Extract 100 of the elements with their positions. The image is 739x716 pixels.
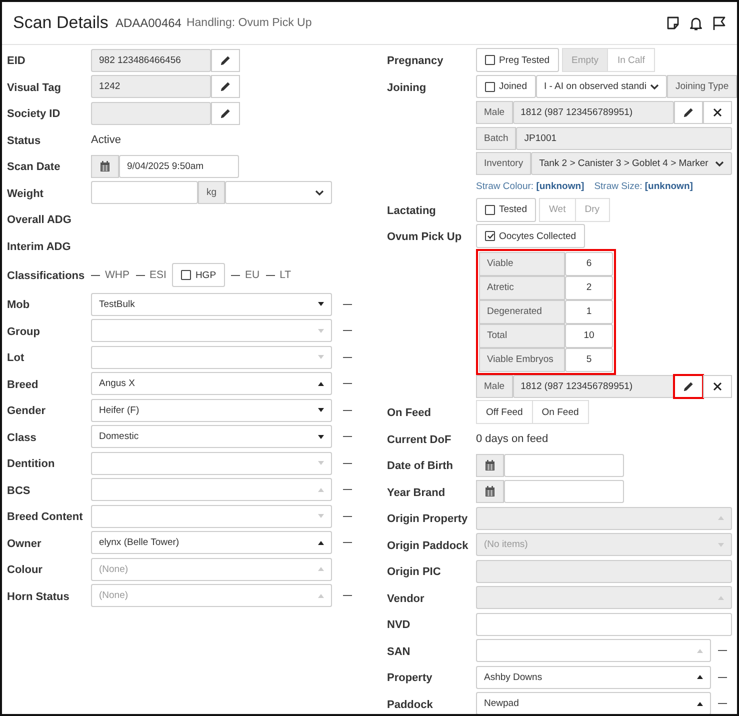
checkbox-button[interactable]: HGP <box>172 263 226 287</box>
checkbox[interactable] <box>485 204 495 215</box>
dropdown[interactable]: Angus X <box>91 372 332 396</box>
clear-button[interactable] <box>703 374 732 398</box>
calendar-icon <box>485 460 495 471</box>
link[interactable]: Straw Size: [unknown] <box>594 181 693 192</box>
field-label: Origin Paddock <box>387 540 468 552</box>
classification-label: EU <box>245 269 260 281</box>
field-label: Property <box>387 672 432 684</box>
count-field[interactable]: 5 <box>565 348 613 372</box>
count-field[interactable]: 10 <box>565 324 613 348</box>
field-label: Paddock <box>387 698 433 711</box>
field-label: Date of Birth <box>387 460 453 472</box>
field-label: Ovum Pick Up <box>387 231 462 244</box>
toggle-option[interactable]: On Feed <box>532 400 589 424</box>
dropdown[interactable]: Ashby Downs <box>476 666 711 689</box>
checkbox[interactable] <box>485 82 495 92</box>
dropdown[interactable]: Newpad <box>476 692 711 714</box>
check-icon <box>486 233 494 240</box>
classification-label: WHP <box>105 269 130 281</box>
field-label: Class <box>7 432 36 444</box>
field-label: Visual Tag <box>7 82 62 94</box>
link[interactable]: Straw Colour: [unknown] <box>476 181 584 192</box>
text-field[interactable] <box>476 612 732 636</box>
checkbox[interactable] <box>485 231 495 242</box>
count-field[interactable]: 2 <box>565 276 613 300</box>
edit-button[interactable] <box>674 374 703 398</box>
dropdown[interactable]: TestBulk <box>91 292 332 316</box>
checkbox[interactable] <box>181 270 192 280</box>
field-label: Year Brand <box>387 486 446 499</box>
calendar-button[interactable] <box>476 454 504 477</box>
minus-icon <box>343 436 352 438</box>
field-label: SAN <box>387 646 410 658</box>
dropdown[interactable]: elynx (Belle Tower) <box>91 531 332 554</box>
field-label: BCS <box>7 484 30 497</box>
pencil-icon <box>683 380 694 392</box>
edit-button[interactable] <box>211 102 240 125</box>
count-field[interactable]: 1 <box>565 300 613 324</box>
addon-label: Male <box>476 374 513 398</box>
field-label: Lactating <box>387 204 436 217</box>
value-text: 0 days on feed <box>476 432 548 445</box>
notifications-button[interactable] <box>688 16 704 30</box>
field-label: Interim ADG <box>7 240 71 253</box>
field-label: Overall ADG <box>7 214 72 226</box>
field-label: Gender <box>7 405 46 418</box>
field-label: Society ID <box>7 108 60 120</box>
checkbox-button[interactable]: Oocytes Collected <box>476 224 586 248</box>
field-label: NVD <box>387 619 410 632</box>
count-label: Degenerated <box>479 300 565 324</box>
text-field[interactable] <box>91 181 198 204</box>
field-label: Origin Property <box>387 513 468 526</box>
checkbox[interactable] <box>485 55 495 66</box>
minus-icon <box>343 462 352 464</box>
addon-label: Male <box>476 101 513 124</box>
edit-button[interactable] <box>211 75 240 98</box>
minus-icon <box>718 676 727 678</box>
addon-label: Batch <box>476 126 516 150</box>
value-text: Active <box>91 134 121 146</box>
minus-icon <box>343 489 352 490</box>
minus-icon <box>343 595 352 596</box>
toggle-option[interactable]: Off Feed <box>476 400 533 424</box>
calendar-icon <box>485 486 495 498</box>
pencil-icon <box>220 81 231 92</box>
dash-icon <box>136 274 144 276</box>
field-label: Breed <box>7 378 38 391</box>
count-label: Viable Embryos <box>479 348 565 372</box>
notes-button[interactable] <box>665 16 681 30</box>
text-field[interactable] <box>504 480 624 504</box>
minus-icon <box>343 383 352 384</box>
field-label: Lot <box>7 352 24 364</box>
page-title: Scan Details <box>13 13 108 33</box>
text-field[interactable]: 9/04/2025 9:50am <box>119 154 239 178</box>
dropdown[interactable]: Domestic <box>91 425 332 448</box>
calendar-button[interactable] <box>91 154 119 178</box>
field-label: Owner <box>7 538 42 550</box>
minus-icon <box>718 703 727 704</box>
field-label: Current DoF <box>387 434 452 446</box>
checkbox-button[interactable]: Tested <box>476 198 536 222</box>
field-label: Scan Date <box>7 161 60 174</box>
calendar-button[interactable] <box>476 480 504 504</box>
checkbox-button[interactable]: Preg Tested <box>476 48 559 72</box>
minus-icon <box>343 542 352 544</box>
field-label: Origin PIC <box>387 566 441 578</box>
count-field[interactable]: 6 <box>565 252 613 276</box>
text-field[interactable] <box>504 454 624 477</box>
dropdown[interactable]: I - AI on observed standi <box>536 75 668 98</box>
chevron-icon <box>715 160 724 167</box>
dropdown[interactable]: Heifer (F) <box>91 398 332 422</box>
field-label: Vendor <box>387 592 424 605</box>
flag-button[interactable] <box>711 16 727 30</box>
count-label: Total <box>479 324 565 348</box>
edit-button[interactable] <box>211 48 240 72</box>
edit-button[interactable] <box>674 101 703 124</box>
calendar-icon <box>100 160 110 172</box>
minus-icon <box>343 516 352 517</box>
close-icon <box>713 108 722 118</box>
checkbox-button[interactable]: Joined <box>476 75 536 98</box>
minus-icon <box>343 410 352 411</box>
clear-button[interactable] <box>703 101 732 124</box>
handling-text: Handling: Ovum Pick Up <box>186 17 313 29</box>
